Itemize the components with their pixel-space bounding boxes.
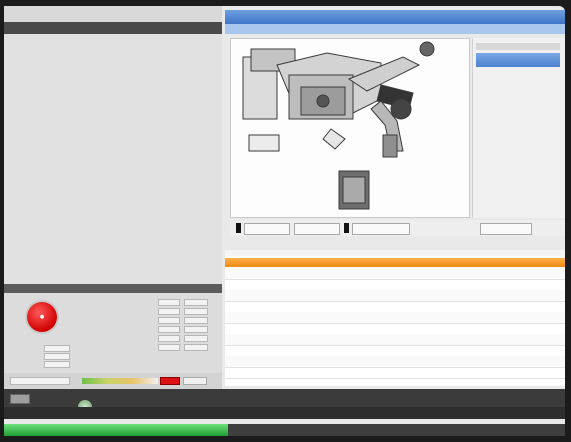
toolbar-button-4[interactable] — [480, 223, 532, 235]
level-field[interactable] — [10, 377, 70, 385]
table-header — [225, 250, 565, 256]
status-field-6b — [184, 344, 208, 351]
level-meter — [82, 378, 158, 384]
readout-field-2 — [44, 353, 70, 360]
mechanism-drawing — [242, 41, 435, 210]
status-field-1b — [184, 299, 208, 306]
readout-field-1 — [44, 345, 70, 352]
status-field-4b — [184, 326, 208, 333]
stop-icon: ● — [39, 314, 45, 320]
status-field-6a — [158, 344, 180, 351]
side-list-header — [476, 43, 560, 50]
status-field-5b — [184, 335, 208, 342]
diagram-toolbar — [230, 220, 565, 236]
status-field-3a — [158, 317, 180, 324]
status-field-2b — [184, 308, 208, 315]
reset-button[interactable] — [183, 377, 207, 385]
parts-table — [225, 250, 565, 386]
table-body — [225, 268, 565, 386]
parts-diagram[interactable] — [230, 38, 470, 218]
toolbar-marker-1 — [236, 223, 241, 233]
progress-bar — [4, 424, 228, 436]
alarm-indicator[interactable] — [160, 377, 180, 385]
bottom-status-strip — [4, 407, 565, 419]
bottom-chip-button[interactable] — [10, 394, 30, 404]
table-row[interactable] — [225, 367, 565, 379]
side-list-selected[interactable] — [476, 53, 560, 67]
toolbar-marker-2 — [344, 223, 349, 233]
readout-field-3 — [44, 361, 70, 368]
status-field-5a — [158, 335, 180, 342]
left-tab-bar — [4, 22, 222, 34]
toolbar-button-2[interactable] — [294, 223, 340, 235]
status-field-4a — [158, 326, 180, 333]
table-row-selected[interactable] — [225, 258, 565, 267]
right-panel-titlebar — [225, 10, 565, 24]
toolbar-button-1[interactable] — [244, 223, 290, 235]
emergency-stop-button[interactable]: ● — [27, 302, 57, 332]
left-tree-panel — [4, 34, 222, 284]
left-panel-titlebar — [4, 6, 222, 22]
right-subheader — [225, 24, 565, 34]
status-field-1a — [158, 299, 180, 306]
toolbar-button-3[interactable] — [352, 223, 410, 235]
status-field-3b — [184, 317, 208, 324]
status-header — [4, 284, 222, 293]
status-field-2a — [158, 308, 180, 315]
